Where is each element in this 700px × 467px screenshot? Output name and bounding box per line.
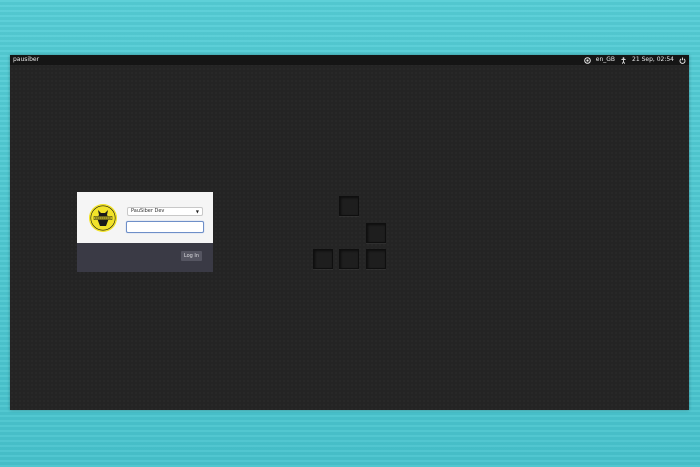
keyboard-layout-indicator[interactable]: en_GB: [596, 55, 615, 65]
pausiber-logo-icon: [89, 204, 117, 232]
logo-block: [366, 223, 386, 243]
login-screen: pausiber en_GB 21 Sep, 02:54 PauSiber De…: [10, 55, 689, 410]
login-dialog: PauSiber Dev ▼ Log In: [77, 192, 213, 272]
log-in-button[interactable]: Log In: [181, 251, 202, 261]
accessibility-circle-icon[interactable]: [583, 56, 591, 64]
indicator-area: en_GB 21 Sep, 02:54: [583, 55, 686, 65]
top-panel: pausiber en_GB 21 Sep, 02:54: [10, 55, 689, 65]
hostname-label: pausiber: [13, 56, 40, 63]
logo-block: [339, 196, 359, 216]
password-input[interactable]: [126, 221, 204, 233]
accessibility-person-icon[interactable]: [620, 56, 627, 64]
chevron-down-icon: ▼: [195, 209, 199, 214]
selected-user-label: PauSiber Dev: [131, 208, 165, 214]
datetime-indicator[interactable]: 21 Sep, 02:54: [632, 55, 674, 65]
login-form-area: PauSiber Dev ▼: [77, 192, 213, 243]
logo-block: [339, 249, 359, 269]
power-icon[interactable]: [679, 57, 686, 64]
user-select[interactable]: PauSiber Dev ▼: [127, 207, 203, 216]
logo-block: [313, 249, 333, 269]
login-footer: Log In: [77, 243, 213, 272]
logo-block: [366, 249, 386, 269]
